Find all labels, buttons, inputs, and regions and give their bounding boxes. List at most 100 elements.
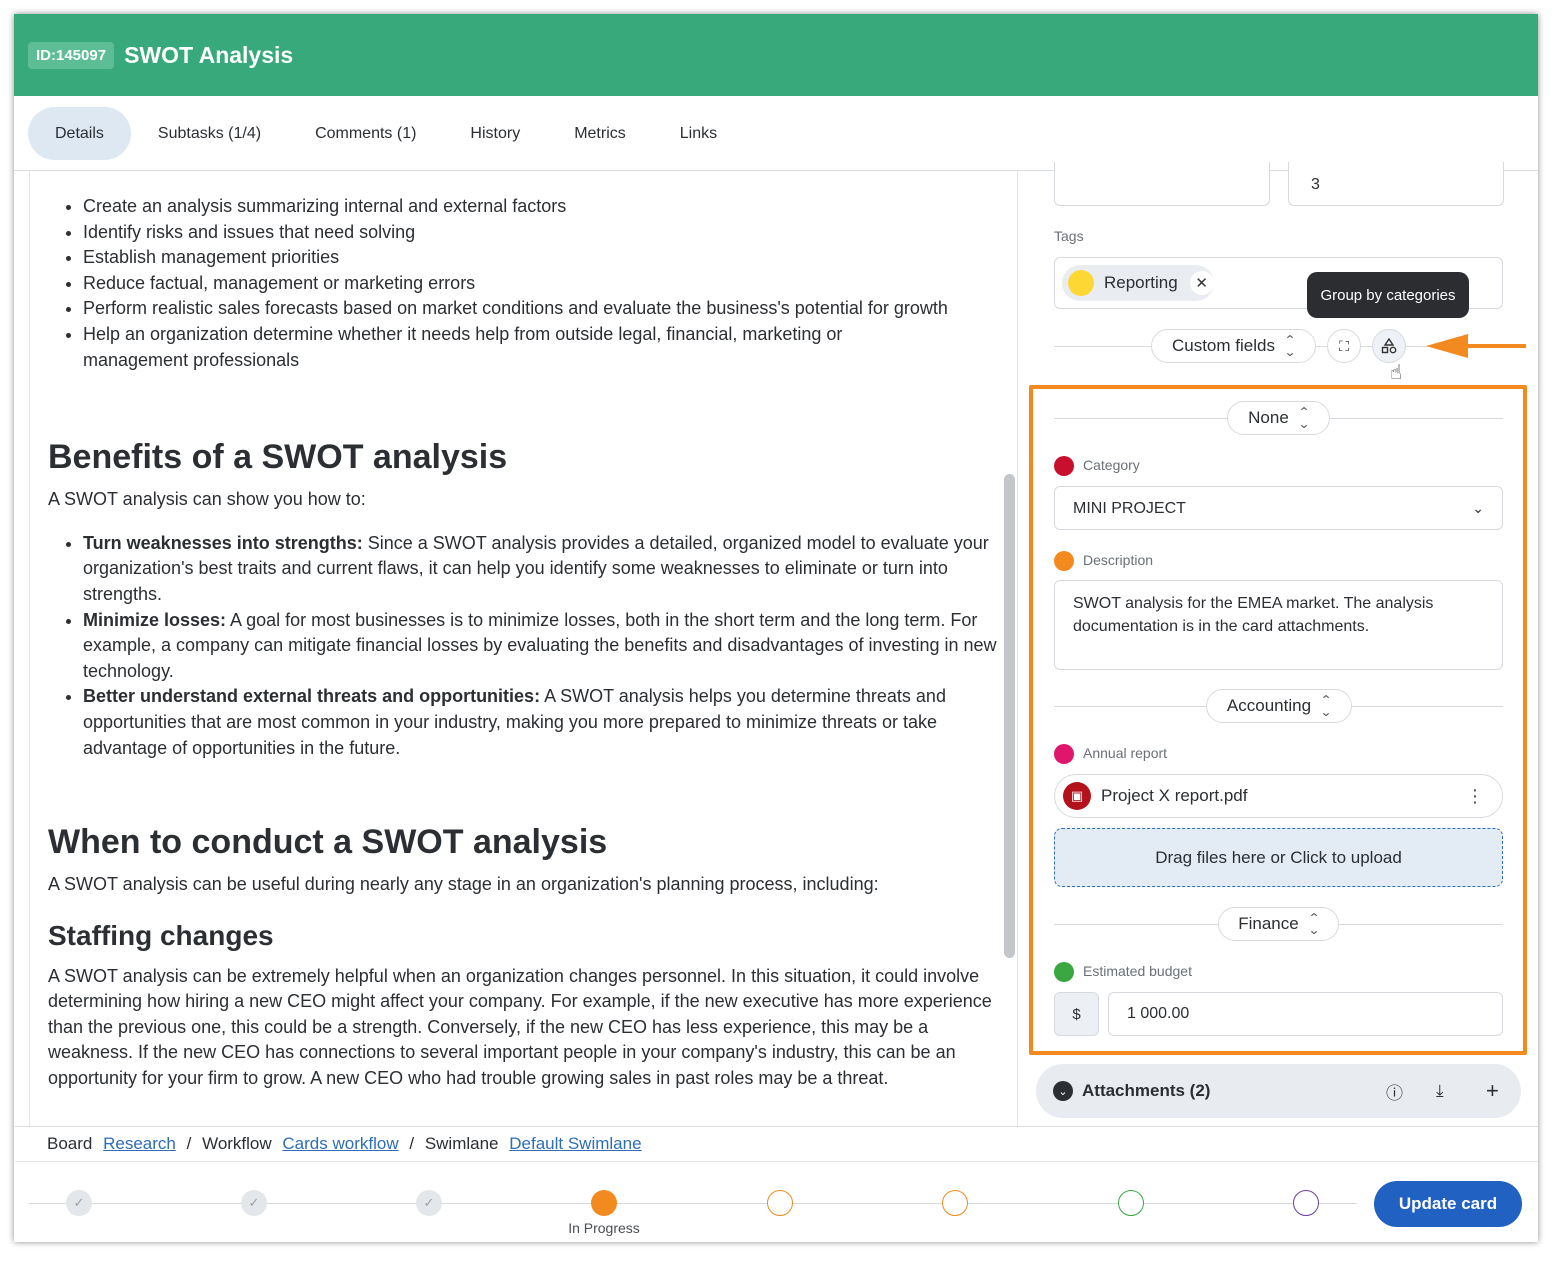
when-heading: When to conduct a SWOT analysis — [48, 823, 608, 862]
field-value: 3 — [1311, 176, 1320, 193]
list-item: Reduce factual, management or marketing … — [83, 271, 1005, 297]
card-title[interactable]: SWOT Analysis — [124, 42, 293, 69]
list-item: Minimize losses: A goal for most busines… — [83, 608, 1005, 685]
budget-dot — [1054, 962, 1074, 982]
tab-history[interactable]: History — [443, 107, 547, 160]
more-options-icon[interactable]: ⋮ — [1466, 786, 1484, 807]
file-item[interactable]: ▣ Project X report.pdf ⋮ — [1054, 774, 1503, 818]
list-item: Help an organization determine whether i… — [83, 322, 1005, 373]
tab-comments[interactable]: Comments (1) — [288, 107, 443, 160]
breadcrumb: Board Research / Workflow Cards workflow… — [15, 1126, 1538, 1162]
list-item: Create an analysis summarizing internal … — [83, 194, 1005, 220]
staffing-heading: Staffing changes — [48, 919, 274, 951]
step-current[interactable] — [591, 1190, 617, 1216]
annual-report-dot — [1054, 744, 1074, 764]
group-accounting-button[interactable]: Accounting ⌃ ⌄ — [1206, 689, 1352, 723]
custom-fields-button[interactable]: Custom fields ⌃ ⌄ — [1151, 329, 1316, 363]
group-none-button[interactable]: None ⌃ ⌄ — [1227, 401, 1330, 435]
fullscreen-icon[interactable]: ⛶ — [1327, 329, 1361, 363]
category-dot — [1054, 456, 1074, 476]
expand-collapse-icon: ⌃ ⌄ — [1320, 693, 1333, 719]
step-done-icon[interactable]: ✓ — [241, 1190, 267, 1216]
group-finance-button[interactable]: Finance ⌃ ⌄ — [1218, 907, 1339, 941]
current-step-label: In Progress — [568, 1220, 640, 1236]
remove-tag-icon[interactable]: ✕ — [1189, 271, 1214, 295]
attachments-label: Attachments (2) — [1082, 1081, 1211, 1100]
list-item: Better understand external threats and o… — [83, 684, 1005, 761]
list-item: Turn weaknesses into strengths: Since a … — [83, 531, 1005, 608]
benefit-title: Turn weaknesses into strengths: — [83, 532, 363, 553]
step-done-icon[interactable]: ✓ — [66, 1190, 92, 1216]
workflow-track — [29, 1203, 1357, 1204]
benefits-heading: Benefits of a SWOT analysis — [48, 438, 508, 477]
swimlane-link[interactable]: Default Swimlane — [509, 1134, 641, 1153]
workflow-label: Workflow — [202, 1134, 272, 1153]
description-dot — [1054, 551, 1074, 571]
collapse-chevron-icon[interactable]: ⌄ — [1053, 1081, 1073, 1101]
tag-chip[interactable]: Reporting ✕ — [1062, 265, 1214, 301]
field-left-input[interactable] — [1054, 162, 1270, 206]
expand-collapse-icon: ⌃ ⌄ — [1283, 333, 1297, 359]
info-icon[interactable]: ⓘ — [1386, 1079, 1403, 1104]
category-select[interactable]: MINI PROJECT ⌄ — [1054, 486, 1503, 530]
tab-details[interactable]: Details — [28, 106, 131, 160]
swimlane-label: Swimlane — [424, 1134, 499, 1153]
benefit-title: Better understand external threats and o… — [83, 686, 541, 707]
chevron-down-icon: ⌄ — [1472, 500, 1484, 516]
custom-fields-label: Custom fields — [1171, 336, 1275, 355]
tab-links[interactable]: Links — [653, 107, 744, 160]
step-done-icon[interactable]: ✓ — [416, 1190, 442, 1216]
board-link[interactable]: Research — [103, 1134, 176, 1153]
content-scrollbar[interactable] — [1004, 474, 1015, 958]
upload-text: Drag files here or Click to upload — [1155, 847, 1402, 867]
file-upload-dropzone[interactable]: Drag files here or Click to upload — [1054, 828, 1503, 887]
group-finance-label: Finance — [1238, 914, 1299, 933]
benefits-list: Turn weaknesses into strengths: Since a … — [48, 531, 1005, 761]
workflow-link[interactable]: Cards workflow — [282, 1134, 398, 1153]
step-pending[interactable] — [767, 1190, 793, 1216]
list-item: Establish management priorities — [83, 245, 1005, 271]
field-right-input[interactable]: 3 — [1288, 162, 1504, 206]
panel-divider — [1017, 171, 1018, 1126]
add-icon[interactable]: + — [1486, 1078, 1499, 1104]
update-card-button[interactable]: Update card — [1374, 1181, 1522, 1227]
category-value: MINI PROJECT — [1073, 500, 1186, 517]
card-header: ID:145097 SWOT Analysis — [14, 14, 1538, 96]
description-value: SWOT analysis for the EMEA market. The a… — [1073, 595, 1434, 635]
arrow-pointer-icon — [1426, 334, 1526, 358]
staffing-text: A SWOT analysis can be extremely helpful… — [48, 965, 992, 1089]
goals-list: Create an analysis summarizing internal … — [48, 194, 1005, 373]
card-description[interactable]: Create an analysis summarizing internal … — [29, 171, 1005, 1126]
tags-label: Tags — [1054, 228, 1084, 244]
step-pending[interactable] — [1118, 1190, 1144, 1216]
group-accounting-label: Accounting — [1226, 696, 1312, 715]
step-pending[interactable] — [942, 1190, 968, 1216]
tab-subtasks[interactable]: Subtasks (1/4) — [131, 107, 288, 160]
currency-prefix: $ — [1054, 992, 1099, 1036]
card-id-badge: ID:145097 — [28, 41, 115, 69]
tag-color-dot — [1068, 270, 1094, 296]
budget-label: Estimated budget — [1083, 963, 1192, 979]
annual-report-label: Annual report — [1083, 745, 1168, 761]
tag-label: Reporting — [1104, 273, 1178, 292]
step-pending[interactable] — [1293, 1190, 1319, 1216]
pdf-file-icon: ▣ — [1063, 782, 1091, 810]
group-by-tooltip: Group by categories — [1307, 272, 1469, 318]
category-label: Category — [1083, 457, 1140, 473]
description-label: Description — [1083, 552, 1154, 568]
currency-symbol: $ — [1072, 1005, 1081, 1023]
board-label: Board — [47, 1134, 93, 1153]
budget-input[interactable]: 1 000.00 — [1108, 992, 1503, 1036]
download-icon[interactable]: ⤓ — [1436, 1081, 1444, 1101]
when-intro: A SWOT analysis can be useful during nea… — [48, 874, 879, 895]
tab-metrics[interactable]: Metrics — [547, 107, 653, 160]
benefits-intro: A SWOT analysis can show you how to: — [48, 489, 366, 510]
hand-cursor-icon: ☝ — [1390, 362, 1403, 384]
benefit-title: Minimize losses: — [83, 609, 227, 630]
list-item: Identify risks and issues that need solv… — [83, 220, 1005, 246]
description-textarea[interactable]: SWOT analysis for the EMEA market. The a… — [1054, 580, 1503, 670]
attachments-section[interactable]: ⌄ Attachments (2) ⓘ ⤓ + — [1036, 1064, 1521, 1118]
group-by-categories-icon[interactable] — [1372, 329, 1406, 363]
group-none-label: None — [1248, 408, 1289, 427]
expand-collapse-icon: ⌃ ⌄ — [1297, 405, 1310, 431]
